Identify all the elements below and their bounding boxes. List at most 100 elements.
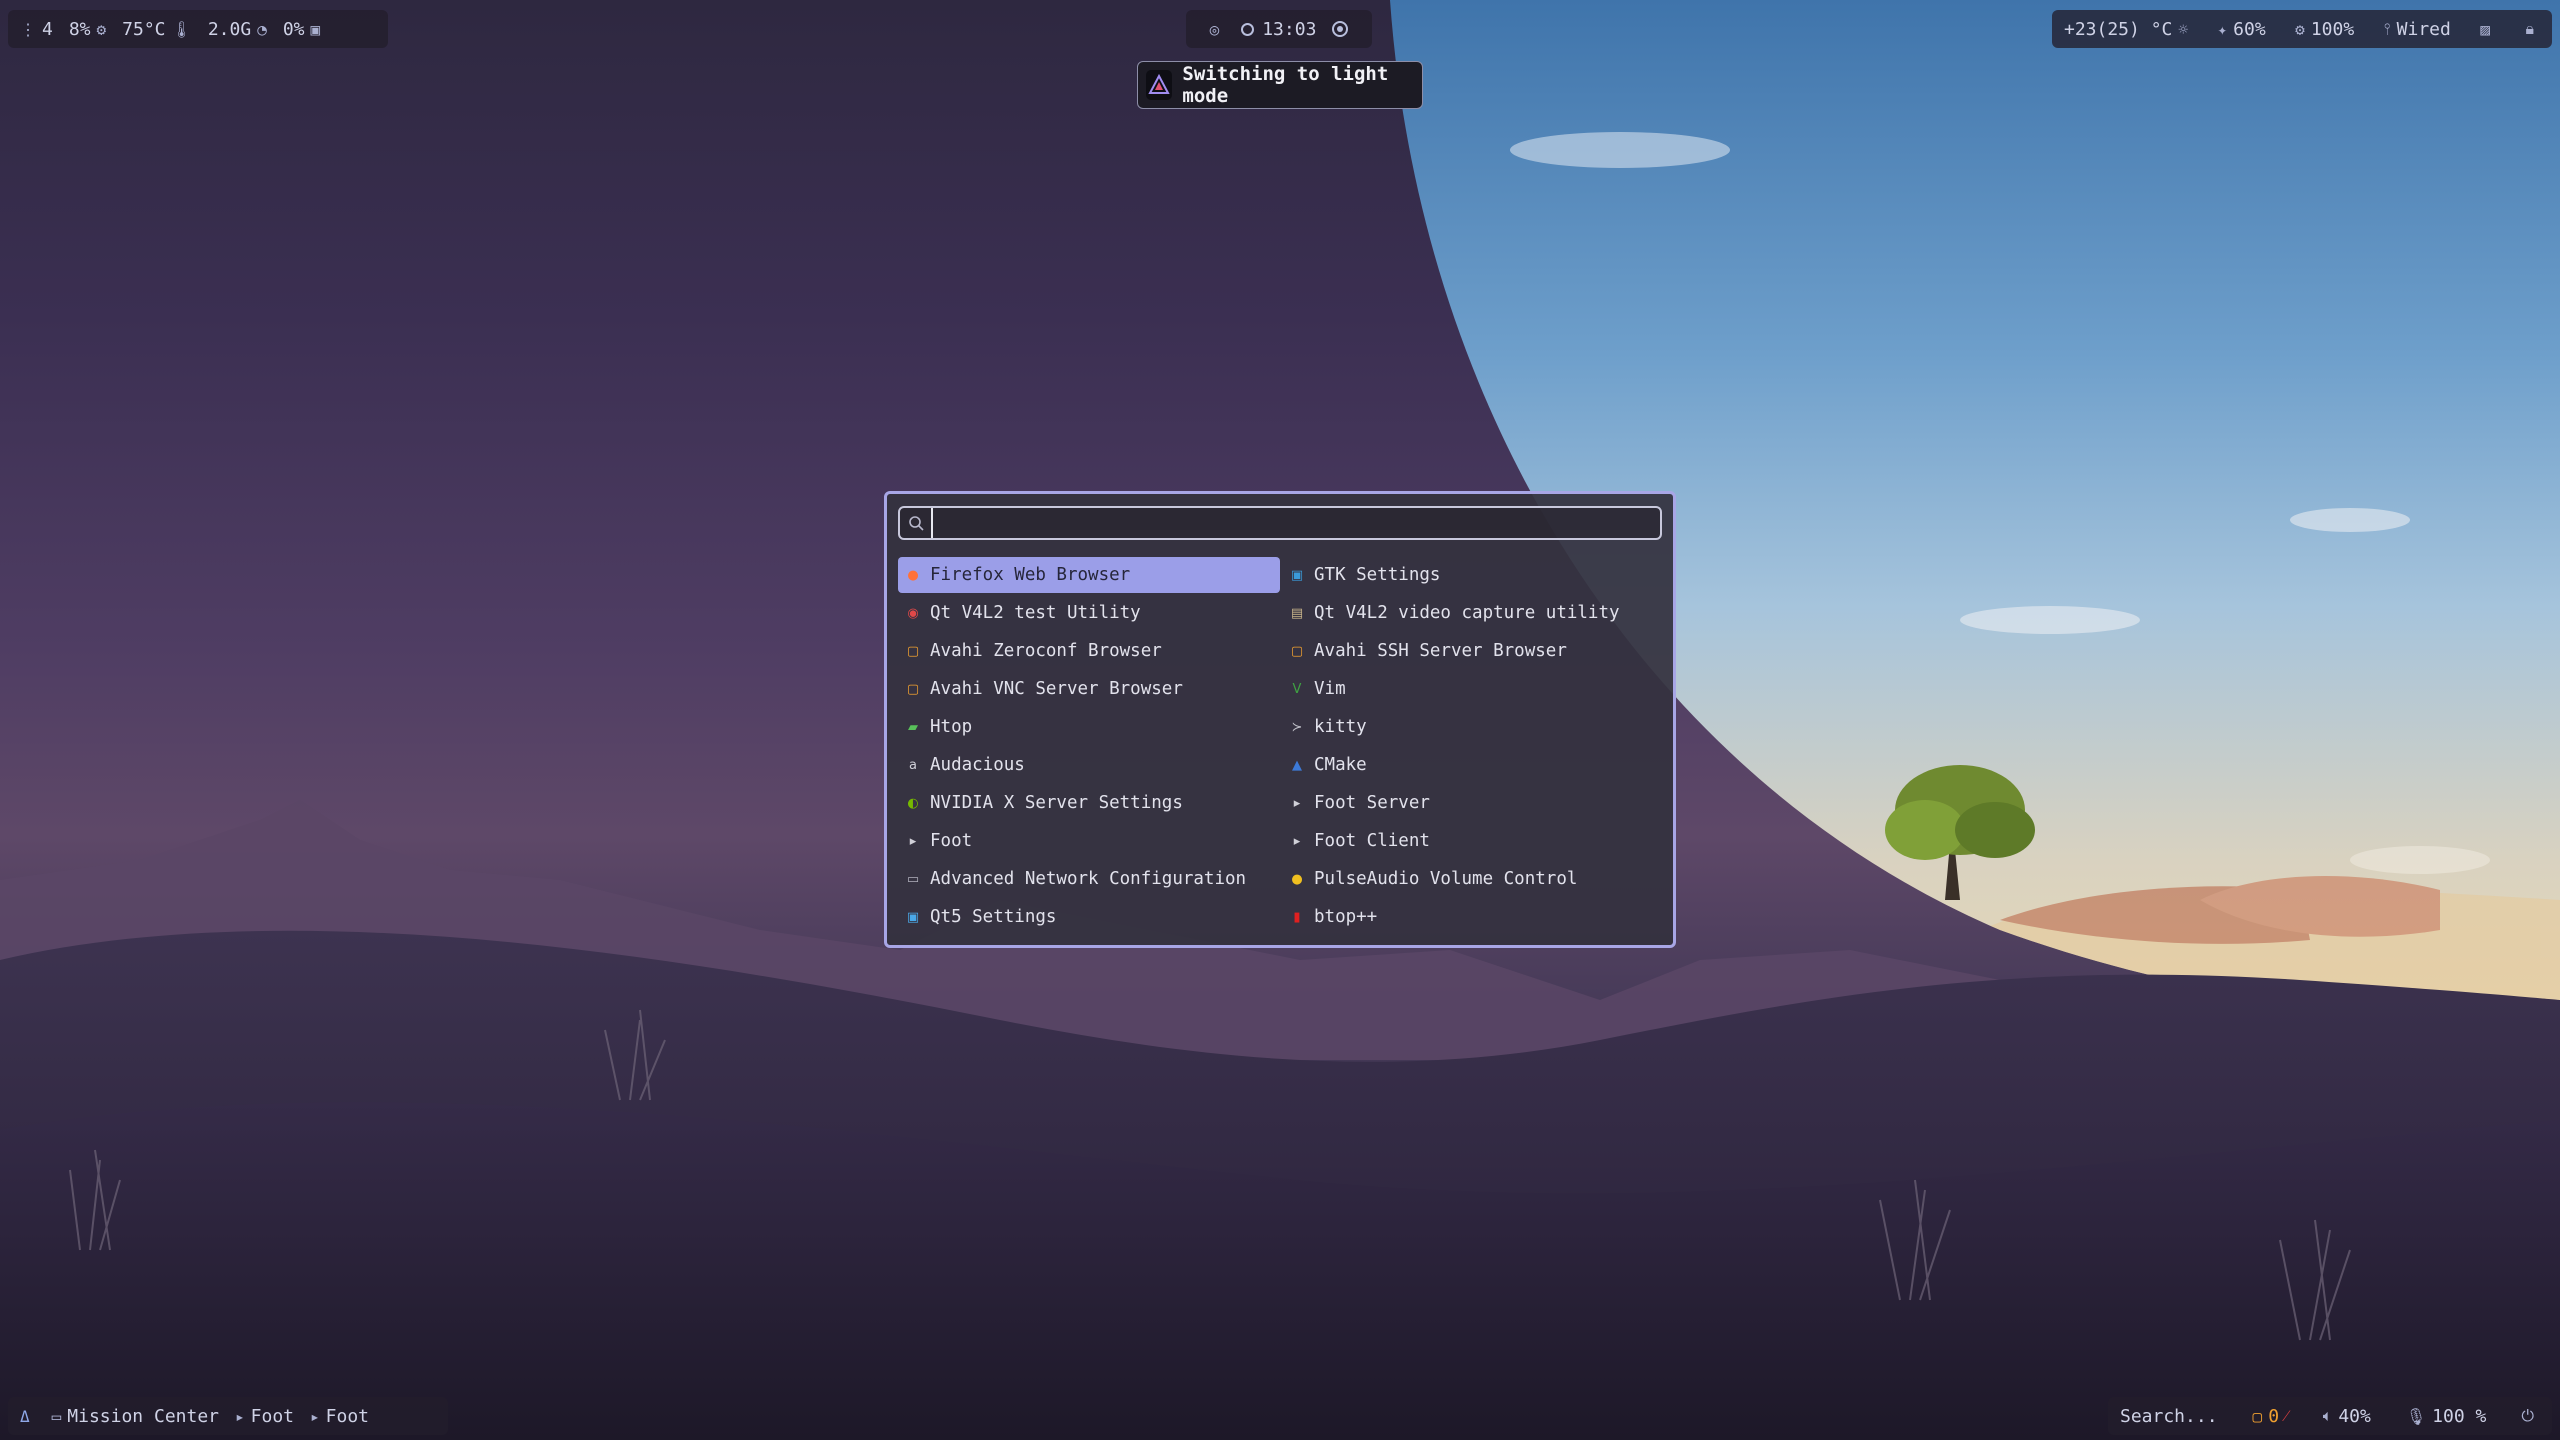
cpu-usage[interactable]: 8% ⚙ xyxy=(69,19,106,40)
notification-indicator[interactable]: ▢ 0 ⁄ xyxy=(2253,1406,2288,1427)
gtk-settings-icon: ▣ xyxy=(1290,567,1304,583)
app-label: Qt V4L2 test Utility xyxy=(930,603,1141,623)
app-item[interactable]: ▭ Advanced Network Configuration xyxy=(898,861,1286,897)
network-indicator[interactable]: ⫯ Wired xyxy=(2384,19,2451,40)
mic-value: 100 % xyxy=(2432,1405,2487,1427)
battery-value: 100% xyxy=(2310,18,2355,40)
app-item[interactable]: ▸ Foot Server xyxy=(1286,785,1668,821)
memory-value: 2.0G xyxy=(207,18,252,40)
search-widget[interactable]: Search... xyxy=(2120,1406,2218,1427)
app-item[interactable]: ▣ Qt5 Settings xyxy=(898,899,1286,935)
clock-icon xyxy=(1241,22,1255,36)
weather-icon: ☼ xyxy=(2178,19,2189,39)
avahi-icon: ▢ xyxy=(906,681,920,697)
thermometer-icon: 🌡 xyxy=(171,19,192,39)
microphone-indicator[interactable]: 🎙︎ 100 % xyxy=(2406,1406,2487,1427)
temperature-indicator[interactable]: 75°C 🌡 xyxy=(122,19,192,40)
qt5-settings-icon: ▣ xyxy=(906,909,920,925)
app-label: Qt5 Settings xyxy=(930,907,1057,927)
taskbar-window-foot[interactable]: ▸ Foot xyxy=(235,1406,294,1427)
app-item[interactable]: ≻ kitty xyxy=(1286,709,1668,745)
qv4l2-icon: ◉ xyxy=(907,605,919,621)
taskbar-window-mission-center[interactable]: ▭ Mission Center xyxy=(52,1406,219,1427)
weather-value: +23(25) °C xyxy=(2064,18,2173,40)
volume-indicator[interactable]: 🔈︎ 40% xyxy=(2323,1406,2371,1427)
launcher-search-input[interactable] xyxy=(931,508,1659,538)
disk-usage[interactable]: 0% ▣ xyxy=(283,19,320,40)
app-item[interactable]: ● PulseAudio Volume Control xyxy=(1286,861,1668,897)
brightness-indicator[interactable]: ✦ 60% xyxy=(2218,19,2266,40)
kitty-icon: ≻ xyxy=(1291,719,1303,735)
htop-icon: ▰ xyxy=(908,719,918,735)
qvidcap-icon: ▤ xyxy=(1290,605,1304,621)
app-item[interactable]: V Vim xyxy=(1286,671,1668,707)
app-label: Htop xyxy=(930,717,973,737)
pulseaudio-icon: ● xyxy=(1291,871,1303,887)
disk-value: 0% xyxy=(282,18,305,40)
weather-indicator[interactable]: +23(25) °C ☼ xyxy=(2064,19,2188,40)
app-item[interactable]: ◉ Qt V4L2 test Utility xyxy=(898,595,1286,631)
brightness-icon: ✦ xyxy=(2217,19,2228,39)
workspace-icon: ⋮ xyxy=(20,19,36,39)
theme-toggle-icon[interactable] xyxy=(1332,21,1349,37)
power-icon: ⏻ xyxy=(2521,1406,2534,1425)
app-item[interactable]: ● Firefox Web Browser xyxy=(898,557,1280,593)
power-icon: ⚙ xyxy=(2295,19,2305,39)
theme-switch-tooltip: Switching to light mode xyxy=(1137,61,1423,109)
window-title: Foot xyxy=(250,1405,294,1427)
launcher-button[interactable]: Δ xyxy=(20,1407,36,1426)
ethernet-icon: ⫯ xyxy=(2383,19,2391,38)
app-label: NVIDIA X Server Settings xyxy=(930,793,1183,813)
app-label: Foot Client xyxy=(1314,831,1430,851)
app-item[interactable]: ▮ btop++ xyxy=(1286,899,1668,935)
firefox-icon: ● xyxy=(907,567,919,583)
app-label: Foot xyxy=(930,831,973,851)
search-icon xyxy=(907,513,927,533)
clock-time[interactable]: 13:03 xyxy=(1262,19,1316,40)
app-label: Avahi VNC Server Browser xyxy=(930,679,1183,699)
app-item[interactable]: ◐ NVIDIA X Server Settings xyxy=(898,785,1286,821)
app-item[interactable]: ▢ Avahi SSH Server Browser xyxy=(1286,633,1668,669)
bottom-bar-right: Search... ▢ 0 ⁄ 🔈︎ 40% 🎙︎ 100 % ⏻ xyxy=(2108,1397,2552,1435)
app-item[interactable]: ▤ Qt V4L2 video capture utility xyxy=(1286,595,1668,631)
app-item[interactable]: ▢ Avahi VNC Server Browser xyxy=(898,671,1286,707)
app-label: Avahi SSH Server Browser xyxy=(1314,641,1567,661)
power-button[interactable]: ⏻ xyxy=(2521,1406,2540,1426)
app-label: Qt V4L2 video capture utility xyxy=(1314,603,1620,623)
taskbar-window-foot[interactable]: ▸ Foot xyxy=(310,1406,369,1427)
eye-slash-icon[interactable]: ◎ xyxy=(1210,20,1220,39)
app-label: CMake xyxy=(1314,755,1367,775)
app-item[interactable]: ▸ Foot xyxy=(898,823,1286,859)
app-item[interactable]: ▰ Htop xyxy=(898,709,1286,745)
battery-indicator[interactable]: ⚙ 100% xyxy=(2295,19,2354,40)
app-launcher: ● Firefox Web Browser ▣ GTK Settings ◉ Qt V4L… xyxy=(884,491,1676,948)
nvidia-icon: ◐ xyxy=(907,795,919,811)
btop-icon: ▮ xyxy=(1293,909,1301,925)
app-logo-icon xyxy=(1146,70,1173,100)
launcher-search-box[interactable] xyxy=(898,506,1662,540)
cpu-icon: ⚙ xyxy=(96,19,107,39)
app-item[interactable]: a Audacious xyxy=(898,747,1286,783)
tooltip-text: Switching to light mode xyxy=(1182,63,1389,107)
speaker-icon: 🔈︎ xyxy=(2322,1406,2333,1425)
app-label: Firefox Web Browser xyxy=(930,565,1131,585)
app-item[interactable]: ▲ CMake xyxy=(1286,747,1668,783)
lock-button[interactable]: 🔒︎ xyxy=(2525,19,2540,39)
vim-icon: V xyxy=(1292,681,1302,697)
arch-logo-icon: Δ xyxy=(20,1406,30,1426)
image-icon: ▨ xyxy=(2480,19,2490,39)
workspace-number: 4 xyxy=(42,18,53,40)
app-item[interactable]: ▣ GTK Settings xyxy=(1286,557,1668,593)
window-title: Foot xyxy=(325,1405,369,1427)
memory-usage[interactable]: 2.0G ◔ xyxy=(208,19,267,40)
memory-icon: ◔ xyxy=(257,19,267,39)
avahi-icon: ▢ xyxy=(906,643,920,659)
brightness-value: 60% xyxy=(2233,18,2266,40)
app-label: btop++ xyxy=(1314,907,1378,927)
workspace-indicator[interactable]: ⋮ 4 xyxy=(20,19,53,40)
cpu-value: 8% xyxy=(68,18,91,40)
terminal-icon: ▸ xyxy=(310,1406,320,1426)
wallpaper-button[interactable]: ▨ xyxy=(2480,20,2496,39)
app-item[interactable]: ▢ Avahi Zeroconf Browser xyxy=(898,633,1286,669)
app-item[interactable]: ▸ Foot Client xyxy=(1286,823,1668,859)
